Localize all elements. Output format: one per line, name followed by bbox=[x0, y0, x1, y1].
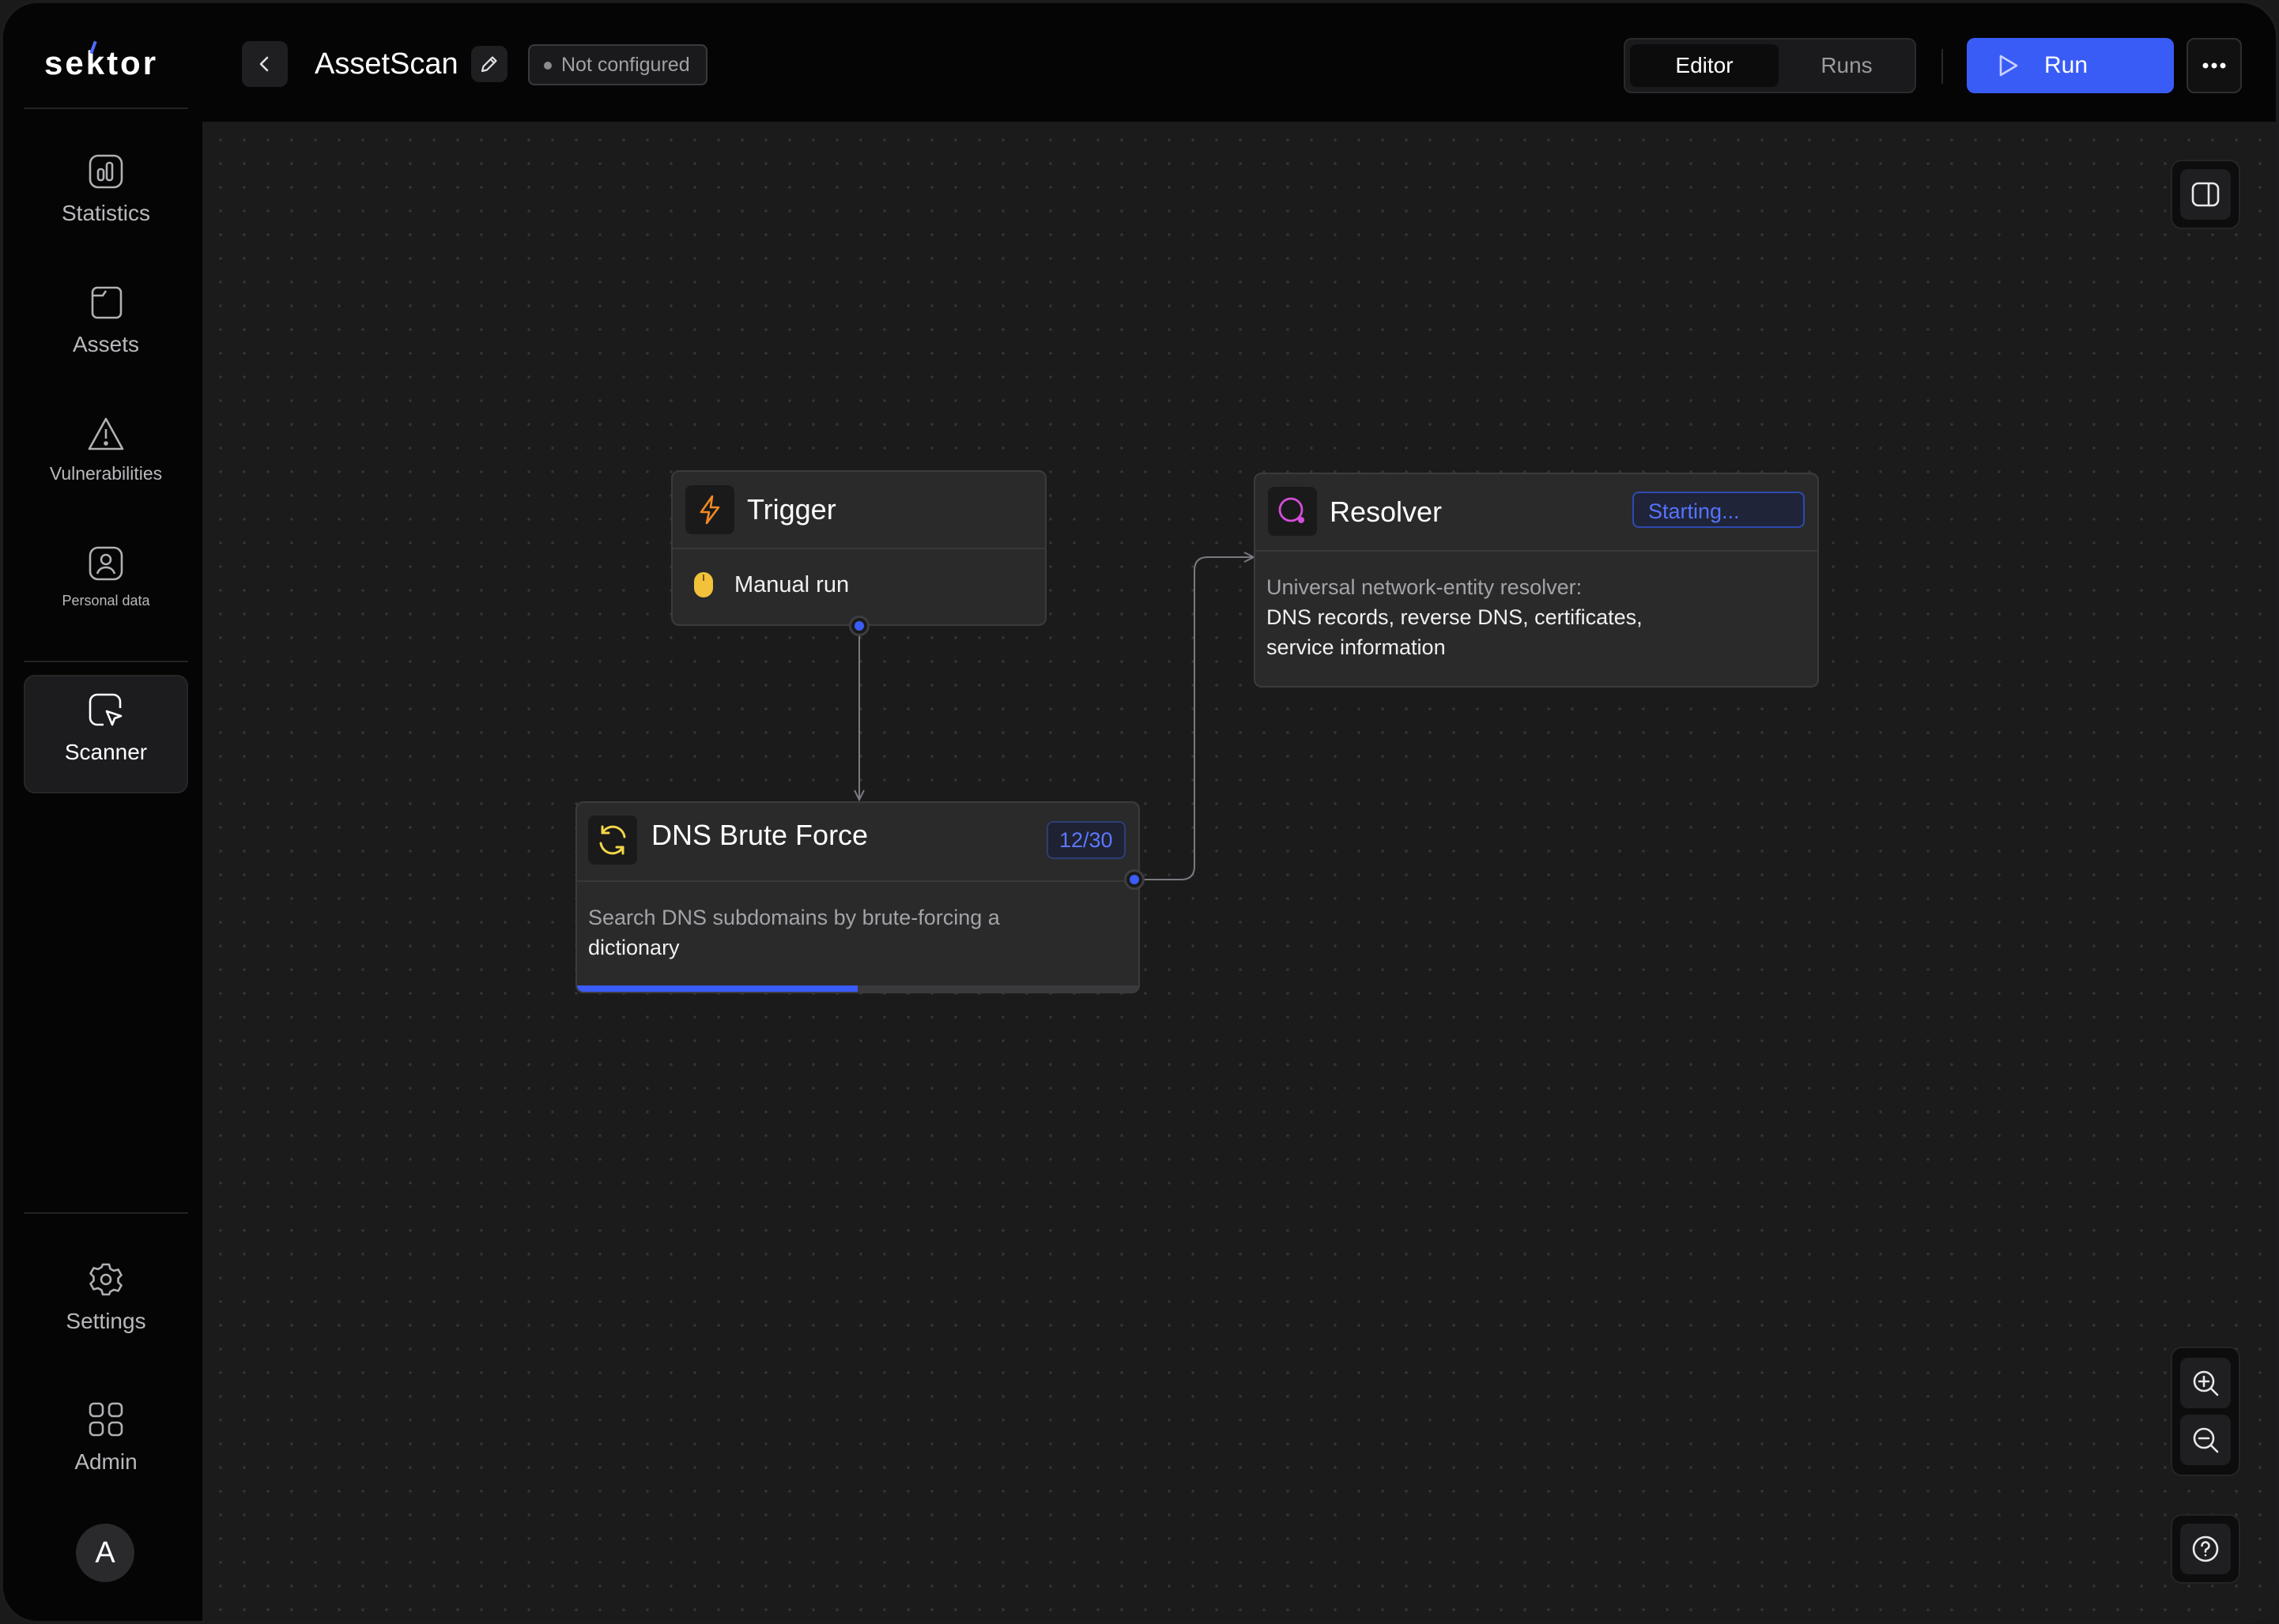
node-dns-brute-force[interactable]: DNS Brute Force 12/30 Search DNS subdoma… bbox=[575, 801, 1140, 993]
trigger-item-label: Manual run bbox=[734, 572, 850, 597]
status-badge: Starting... bbox=[1632, 492, 1805, 528]
zoom-controls bbox=[2171, 1347, 2240, 1476]
node-description: Search DNS subdomains by brute-forcing a… bbox=[588, 902, 1000, 963]
help-control bbox=[2171, 1514, 2240, 1584]
zoom-out-icon bbox=[2193, 1427, 2219, 1453]
connections-layer bbox=[854, 552, 1256, 880]
refresh-icon bbox=[588, 816, 637, 865]
node-trigger[interactable]: Trigger Manual run bbox=[671, 470, 1047, 626]
node-description-line: Universal network-entity resolver: bbox=[1266, 575, 1583, 599]
toggle-panel-button[interactable] bbox=[2180, 169, 2231, 220]
zoom-in-button[interactable] bbox=[2180, 1358, 2231, 1408]
progress-count-badge: 12/30 bbox=[1047, 821, 1126, 859]
lightning-icon bbox=[685, 485, 734, 534]
panel-toggle-control bbox=[2171, 160, 2240, 229]
help-icon bbox=[2192, 1535, 2219, 1562]
zoom-out-button[interactable] bbox=[2180, 1415, 2231, 1465]
node-title: Trigger bbox=[747, 493, 836, 526]
progress-bar-fill bbox=[577, 985, 858, 992]
node-description-line: Search DNS subdomains by brute-forcing a bbox=[588, 906, 1000, 929]
node-description: Universal network-entity resolver: DNS r… bbox=[1266, 572, 1643, 662]
help-button[interactable] bbox=[2180, 1524, 2231, 1574]
edge-trigger-dns bbox=[854, 626, 865, 802]
node-resolver[interactable]: Resolver Starting... Universal network-e… bbox=[1254, 473, 1819, 688]
node-description-line: DNS records, reverse DNS, certificates, bbox=[1266, 605, 1643, 629]
mouse-icon bbox=[694, 572, 713, 597]
node-description-line: dictionary bbox=[588, 936, 680, 959]
sidebar-panel-icon bbox=[2191, 182, 2220, 207]
search-icon bbox=[1268, 487, 1317, 536]
dns-output-port[interactable] bbox=[1124, 869, 1145, 890]
node-title: Resolver bbox=[1330, 495, 1443, 528]
edge-dns-resolver bbox=[1134, 552, 1256, 880]
trigger-output-port[interactable] bbox=[849, 616, 870, 636]
node-title: DNS Brute Force bbox=[651, 819, 869, 851]
zoom-in-icon bbox=[2193, 1370, 2219, 1396]
app-frame: sektor Statistics Assets Vulnerabilities bbox=[0, 0, 2279, 1624]
progress-bar bbox=[577, 985, 1138, 992]
node-description-line: service information bbox=[1266, 635, 1446, 659]
